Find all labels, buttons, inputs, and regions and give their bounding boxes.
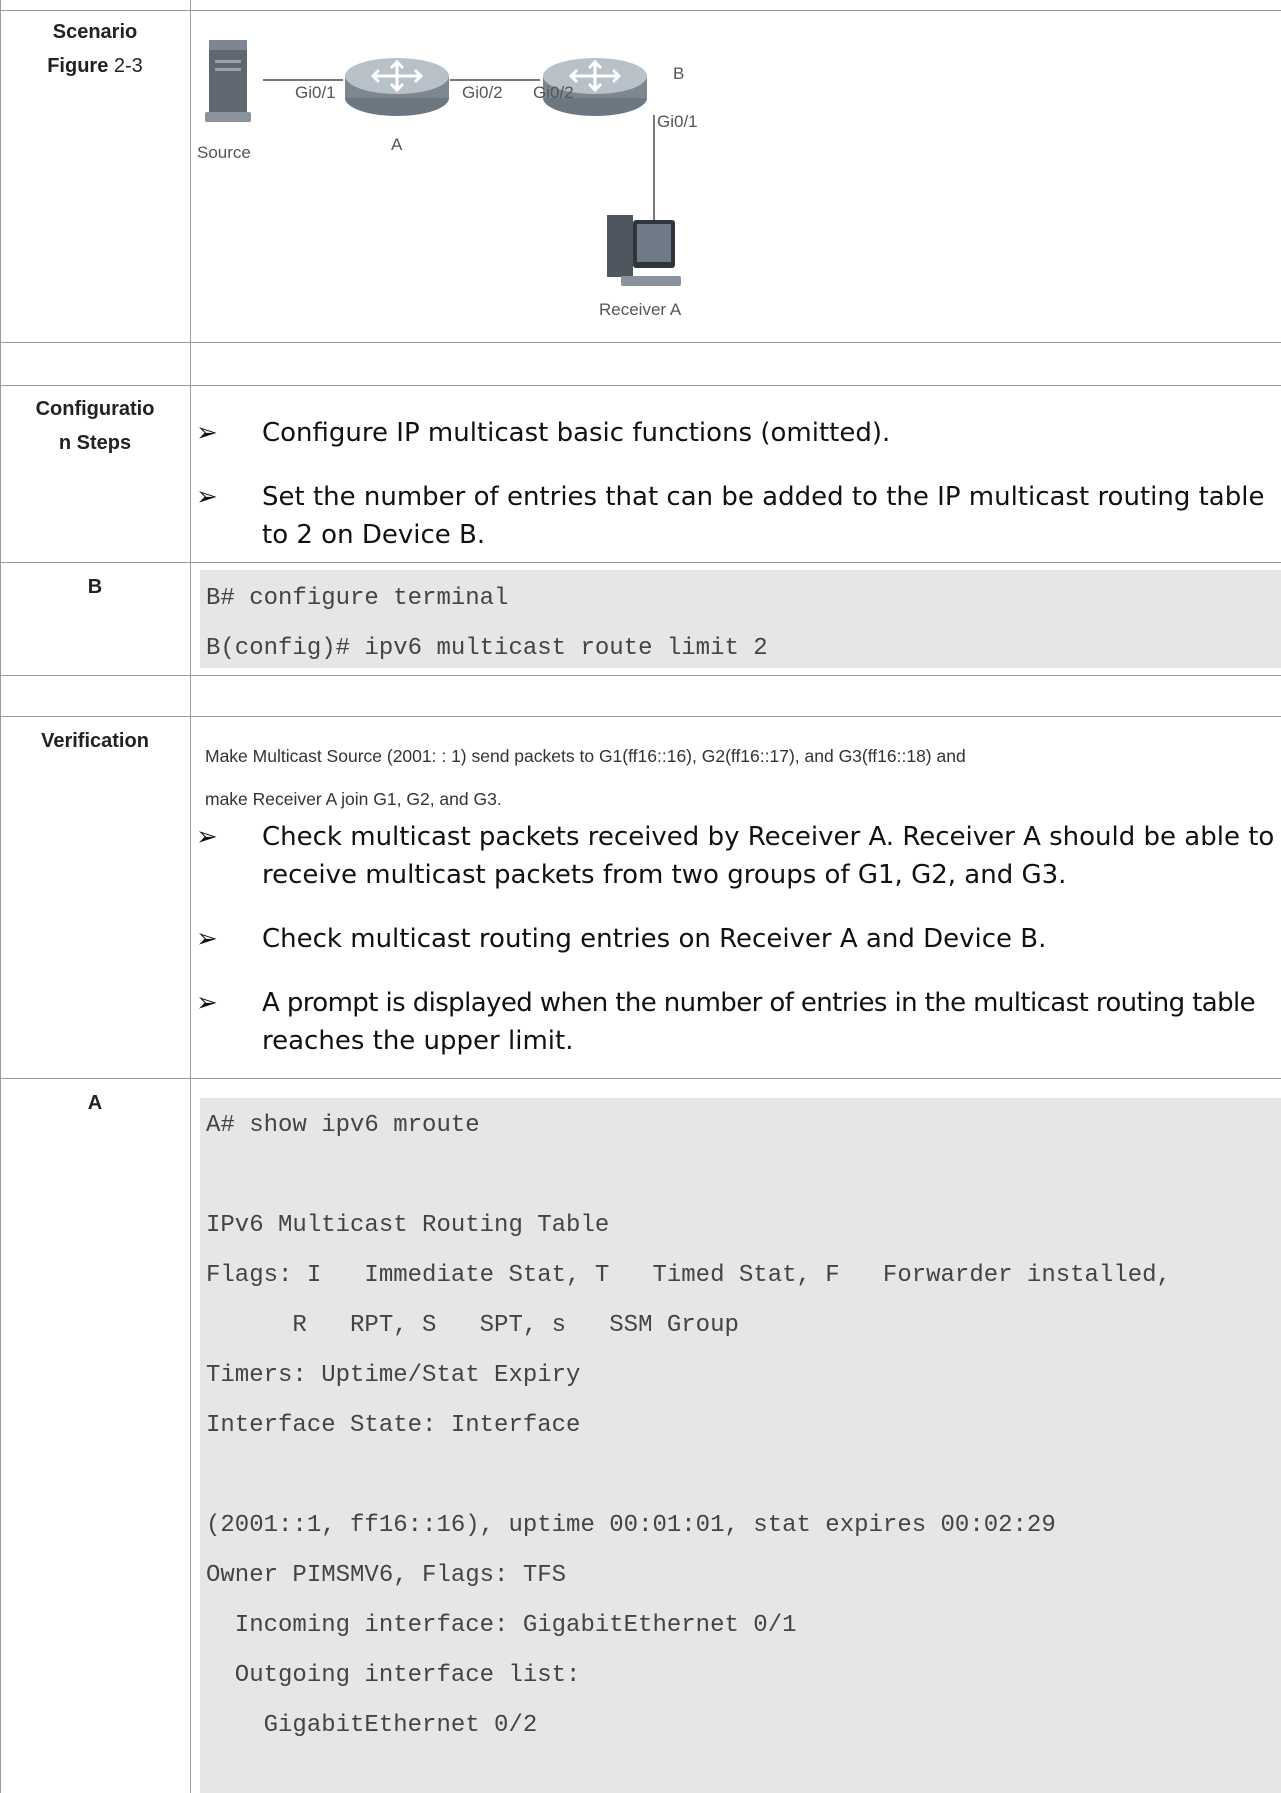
table-border — [0, 385, 1281, 386]
source-label: Source — [197, 143, 251, 162]
code-line: Incoming interface: GigabitEthernet 0/1 — [206, 1612, 797, 1639]
config-step-text: Configure IP multicast basic functions (… — [262, 418, 891, 448]
code-line: Timers: Uptime/Stat Expiry — [206, 1362, 581, 1389]
config-steps-label-line1: Configuratio — [35, 398, 155, 420]
verification-step-text: receive multicast packets from two group… — [262, 860, 1067, 890]
pc-icon — [607, 215, 681, 286]
arrow-bullet-icon: ➢ — [196, 988, 218, 1018]
scenario-label: Scenario Figure 2-3 — [0, 15, 190, 83]
code-line: IPv6 Multicast Routing Table — [206, 1212, 610, 1239]
code-line: Flags: I Immediate Stat, T Timed Stat, F… — [206, 1262, 1171, 1289]
code-line: Outgoing interface list: — [206, 1662, 581, 1689]
table-border — [0, 716, 1281, 717]
device-a-label: A — [87, 1092, 103, 1114]
arrow-bullet-icon: ➢ — [196, 924, 218, 954]
b-port-gi0-1: Gi0/1 — [657, 112, 698, 131]
table-border — [0, 562, 1281, 563]
receiver-label: Receiver A — [599, 300, 682, 319]
a-port-gi0-2: Gi0/2 — [462, 83, 503, 102]
arrow-bullet-icon: ➢ — [196, 482, 218, 512]
verification-step-text: A prompt is displayed when the number of… — [262, 988, 1256, 1018]
code-line: B(config)# ipv6 multicast route limit 2 — [206, 635, 768, 662]
figure-number: 2-3 — [108, 55, 143, 77]
device-b-code-block: B# configure terminal B(config)# ipv6 mu… — [200, 570, 1281, 668]
verification-label: Verification — [41, 730, 149, 752]
device-a-code-block: A# show ipv6 mroute IPv6 Multicast Routi… — [200, 1098, 1281, 1793]
table-border — [0, 342, 1281, 343]
router-a-label: A — [391, 135, 403, 154]
code-line: Interface State: Interface — [206, 1412, 581, 1439]
config-steps-label-line2: n Steps — [58, 432, 132, 454]
verification-step-text: Check multicast routing entries on Recei… — [262, 924, 1047, 954]
config-step-text: to 2 on Device B. — [262, 520, 486, 550]
table-border — [0, 0, 1, 1793]
code-line: A# show ipv6 mroute — [206, 1112, 480, 1139]
network-diagram: Source A B Receiver A Gi0/1 Gi0/2 Gi0/2 … — [195, 20, 755, 340]
table-border — [0, 10, 1281, 11]
code-line: R RPT, S SPT, s SSM Group — [206, 1312, 739, 1339]
table-border — [0, 675, 1281, 676]
a-port-gi0-1: Gi0/1 — [295, 83, 336, 102]
figure-word: Figure — [47, 55, 109, 77]
figure-caption: Figure 2-3 — [0, 49, 190, 83]
b-port-gi0-2: Gi0/2 — [533, 83, 574, 102]
table-border — [190, 0, 191, 1793]
verification-intro: make Receiver A join G1, G2, and G3. — [205, 789, 502, 809]
scenario-label-title: Scenario — [52, 21, 138, 43]
document-table: Scenario Figure 2-3 Source A B Receiver … — [0, 0, 1281, 1793]
router-b-label: B — [673, 64, 685, 83]
arrow-bullet-icon: ➢ — [196, 822, 218, 852]
config-step-text: Set the number of entries that can be ad… — [262, 482, 1265, 512]
code-line: B# configure terminal — [206, 585, 509, 612]
router-a-icon — [345, 58, 449, 116]
verification-step-text: Check multicast packets received by Rece… — [262, 822, 1275, 852]
verification-intro: Make Multicast Source (2001: : 1) send p… — [205, 746, 966, 766]
server-icon — [205, 40, 251, 122]
code-line: GigabitEthernet 0/2 — [206, 1712, 538, 1739]
device-b-label: B — [87, 576, 103, 598]
config-steps-label: Configuratio n Steps — [0, 392, 190, 460]
code-line: Owner PIMSMV6, Flags: TFS — [206, 1562, 567, 1589]
code-line: (2001::1, ff16::16), uptime 00:01:01, st… — [206, 1512, 1056, 1539]
verification-step-text: reaches the upper limit. — [262, 1026, 574, 1056]
arrow-bullet-icon: ➢ — [196, 418, 218, 448]
network-diagram-svg — [205, 40, 681, 286]
table-border — [0, 1078, 1281, 1079]
